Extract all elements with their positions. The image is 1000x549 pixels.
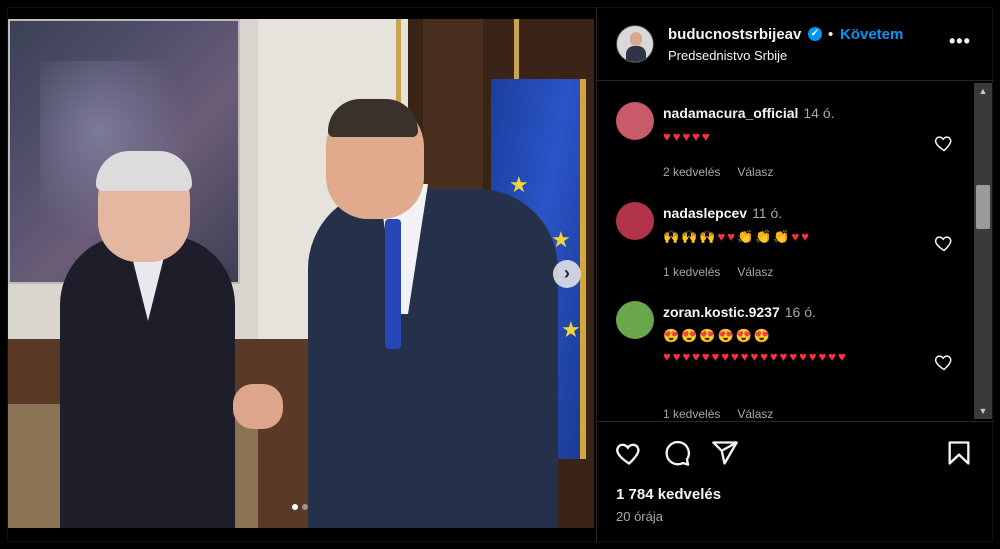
comment-time[interactable]: 16 ó. xyxy=(785,304,816,320)
comment-meta: 2 kedvelés Válasz xyxy=(663,165,773,179)
comment-header: nadaslepcev 11 ó. xyxy=(663,205,782,221)
heart-icon[interactable] xyxy=(934,133,954,153)
share-icon[interactable] xyxy=(711,439,739,467)
comment-header: zoran.kostic.9237 16 ó. xyxy=(663,304,816,320)
commenter-avatar[interactable] xyxy=(616,202,654,240)
comments-scrollbar[interactable]: ▲ ▼ xyxy=(974,83,992,419)
reply-button[interactable]: Válasz xyxy=(737,265,773,279)
slide-indicator xyxy=(292,504,308,510)
scroll-up-icon[interactable]: ▲ xyxy=(974,83,992,99)
comment-icon[interactable] xyxy=(663,439,691,467)
comment-meta: 1 kedvelés Válasz xyxy=(663,407,773,421)
scrollbar-thumb[interactable] xyxy=(976,185,990,229)
comments-list: nadamacura_official 14 ó. ♥♥♥♥♥ 2 kedvelé… xyxy=(597,82,977,422)
post-likes-count[interactable]: 1 784 kedvelés xyxy=(616,486,721,503)
photo-hair-left xyxy=(96,151,192,191)
photo-handshake xyxy=(233,384,283,429)
comment-meta: 1 kedvelés Válasz xyxy=(663,265,773,279)
photo-tie-right xyxy=(385,219,401,349)
bookmark-icon[interactable] xyxy=(945,439,973,467)
chevron-right-icon: › xyxy=(564,263,570,283)
verified-badge-icon: ✓ xyxy=(808,27,822,41)
comment-likes[interactable]: 1 kedvelés xyxy=(663,407,720,421)
commenter-username[interactable]: nadamacura_official xyxy=(663,105,798,121)
comment-text: 😍😍😍😍😍😍♥♥♥♥♥♥♥♥♥♥♥♥♥♥♥♥♥♥♥ xyxy=(663,328,848,364)
separator-dot: • xyxy=(828,26,834,43)
post-actions: 1 784 kedvelés 20 órája xyxy=(597,421,994,542)
photo-hair-right xyxy=(328,99,418,137)
comment-time[interactable]: 11 ó. xyxy=(752,205,782,221)
author-avatar[interactable] xyxy=(616,25,654,63)
commenter-avatar[interactable] xyxy=(616,301,654,339)
heart-icon[interactable] xyxy=(934,233,954,253)
comment-likes[interactable]: 2 kedvelés xyxy=(663,165,720,179)
post-photo: ★ ★ ★ xyxy=(8,19,594,528)
commenter-username[interactable]: zoran.kostic.9237 xyxy=(663,304,780,320)
next-slide-button[interactable]: › xyxy=(553,260,581,288)
slide-dot xyxy=(302,504,308,510)
comment-text: ♥♥♥♥♥ xyxy=(663,129,712,144)
post-timestamp[interactable]: 20 órája xyxy=(616,509,663,524)
photo-person-right xyxy=(308,189,558,528)
scroll-down-icon[interactable]: ▼ xyxy=(974,403,992,419)
author-username[interactable]: buducnostsrbijeav xyxy=(668,26,801,43)
post-header: buducnostsrbijeav ✓ • Követem Predsednis… xyxy=(597,7,994,81)
more-options-icon[interactable]: ••• xyxy=(949,31,971,52)
comment-text: 🙌🙌🙌♥♥👏👏👏♥♥ xyxy=(663,229,811,244)
slide-dot-active xyxy=(292,504,298,510)
reply-button[interactable]: Válasz xyxy=(737,165,773,179)
reply-button[interactable]: Válasz xyxy=(737,407,773,421)
comment-likes[interactable]: 1 kedvelés xyxy=(663,265,720,279)
commenter-username[interactable]: nadaslepcev xyxy=(663,205,747,221)
following-button[interactable]: Követem xyxy=(840,26,903,43)
commenter-avatar[interactable] xyxy=(616,102,654,140)
app-window: ★ ★ ★ › buducnostsrbijeav ✓ • Követem Pr… xyxy=(0,0,1000,549)
author-subtitle[interactable]: Predsednistvo Srbije xyxy=(668,48,787,63)
heart-icon[interactable] xyxy=(934,352,954,372)
post-side-panel: buducnostsrbijeav ✓ • Követem Predsednis… xyxy=(596,7,994,542)
comment-header: nadamacura_official 14 ó. xyxy=(663,105,835,121)
heart-icon[interactable] xyxy=(615,439,643,467)
comment-time[interactable]: 14 ó. xyxy=(803,105,834,121)
